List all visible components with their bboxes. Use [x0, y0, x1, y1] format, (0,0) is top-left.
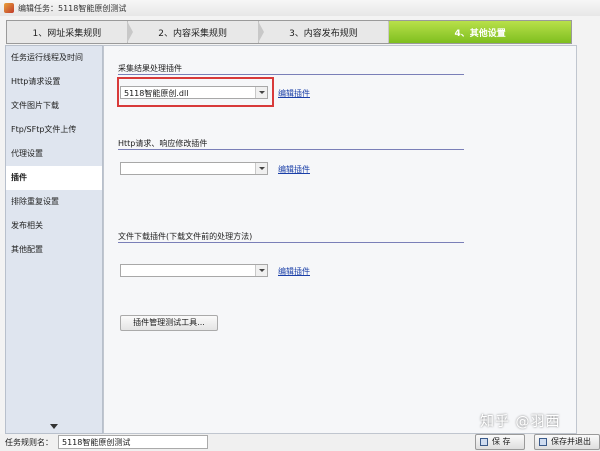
sidebar-item-http-settings[interactable]: Http请求设置	[6, 70, 102, 94]
sidebar-item-dedup[interactable]: 排除重复设置	[6, 190, 102, 214]
floppy-disk-icon	[539, 438, 547, 446]
sidebar-item-other-config[interactable]: 其他配置	[6, 238, 102, 262]
save-button[interactable]: 保 存	[475, 434, 525, 450]
edit-result-plugin-link[interactable]: 编辑插件	[278, 88, 310, 99]
wizard-step-label: 1、网址采集规则	[32, 28, 102, 39]
save-exit-button-label: 保存并退出	[551, 437, 591, 446]
task-name-input[interactable]: 5118智能原创测试	[58, 435, 208, 449]
app-icon	[4, 3, 14, 13]
plugin-test-tool-button[interactable]: 插件管理测试工具...	[120, 315, 218, 331]
section-divider	[118, 74, 464, 75]
download-plugin-select[interactable]	[120, 264, 268, 277]
sidebar-item-ftp-upload[interactable]: Ftp/SFtp文件上传	[6, 118, 102, 142]
floppy-disk-icon	[480, 438, 488, 446]
edit-http-plugin-link[interactable]: 编辑插件	[278, 164, 310, 175]
download-plugin-label: 文件下载插件(下载文件前的处理方法)	[118, 232, 253, 241]
zhihu-watermark: 知乎 @羽西	[480, 414, 561, 430]
save-and-exit-button[interactable]: 保存并退出	[534, 434, 600, 450]
settings-sidebar: 任务运行线程及时间 Http请求设置 文件图片下载 Ftp/SFtp文件上传 代…	[5, 45, 103, 434]
section-divider	[118, 149, 464, 150]
chevron-down-icon[interactable]	[255, 265, 267, 276]
edit-download-plugin-link[interactable]: 编辑插件	[278, 266, 310, 277]
scroll-down-icon[interactable]	[50, 424, 58, 429]
section-divider	[118, 242, 464, 243]
wizard-step-publish-rules[interactable]: 3、内容发布规则	[259, 21, 395, 43]
sidebar-item-plugins[interactable]: 插件	[6, 166, 102, 190]
sidebar-item-thread-time[interactable]: 任务运行线程及时间	[6, 46, 102, 70]
title-bar: 编辑任务：5118智能原创测试	[0, 0, 600, 16]
sidebar-item-file-download[interactable]: 文件图片下载	[6, 94, 102, 118]
chevron-down-icon[interactable]	[255, 87, 267, 98]
window-title: 编辑任务：5118智能原创测试	[18, 3, 127, 13]
select-value: 5118智能原创.dll	[124, 89, 189, 98]
task-name-label: 任务规则名：	[5, 438, 53, 447]
http-plugin-select[interactable]	[120, 162, 268, 175]
wizard-step-content-rules[interactable]: 2、内容采集规则	[128, 21, 264, 43]
result-plugin-select[interactable]: 5118智能原创.dll	[120, 86, 268, 99]
wizard-step-label: 3、内容发布规则	[289, 28, 358, 39]
http-plugin-label: Http请求、响应修改插件	[118, 139, 208, 148]
bottom-bar: 任务规则名： 5118智能原创测试 保 存 保存并退出	[0, 434, 600, 451]
plugin-settings-panel: 采集结果处理插件 5118智能原创.dll 编辑插件 Http请求、响应修改插件…	[103, 45, 577, 434]
wizard-step-label: 4、其他设置	[454, 28, 506, 39]
wizard-step-url-rules[interactable]: 1、网址采集规则	[7, 21, 133, 43]
chevron-down-icon[interactable]	[255, 163, 267, 174]
result-plugin-label: 采集结果处理插件	[118, 64, 182, 73]
sidebar-item-publish[interactable]: 发布相关	[6, 214, 102, 238]
wizard-step-label: 2、内容采集规则	[158, 28, 228, 39]
wizard-steps: 1、网址采集规则 2、内容采集规则 3、内容发布规则 4、其他设置	[6, 20, 572, 44]
wizard-step-other-settings[interactable]: 4、其他设置	[389, 21, 571, 43]
save-button-label: 保 存	[492, 437, 511, 446]
sidebar-item-proxy[interactable]: 代理设置	[6, 142, 102, 166]
